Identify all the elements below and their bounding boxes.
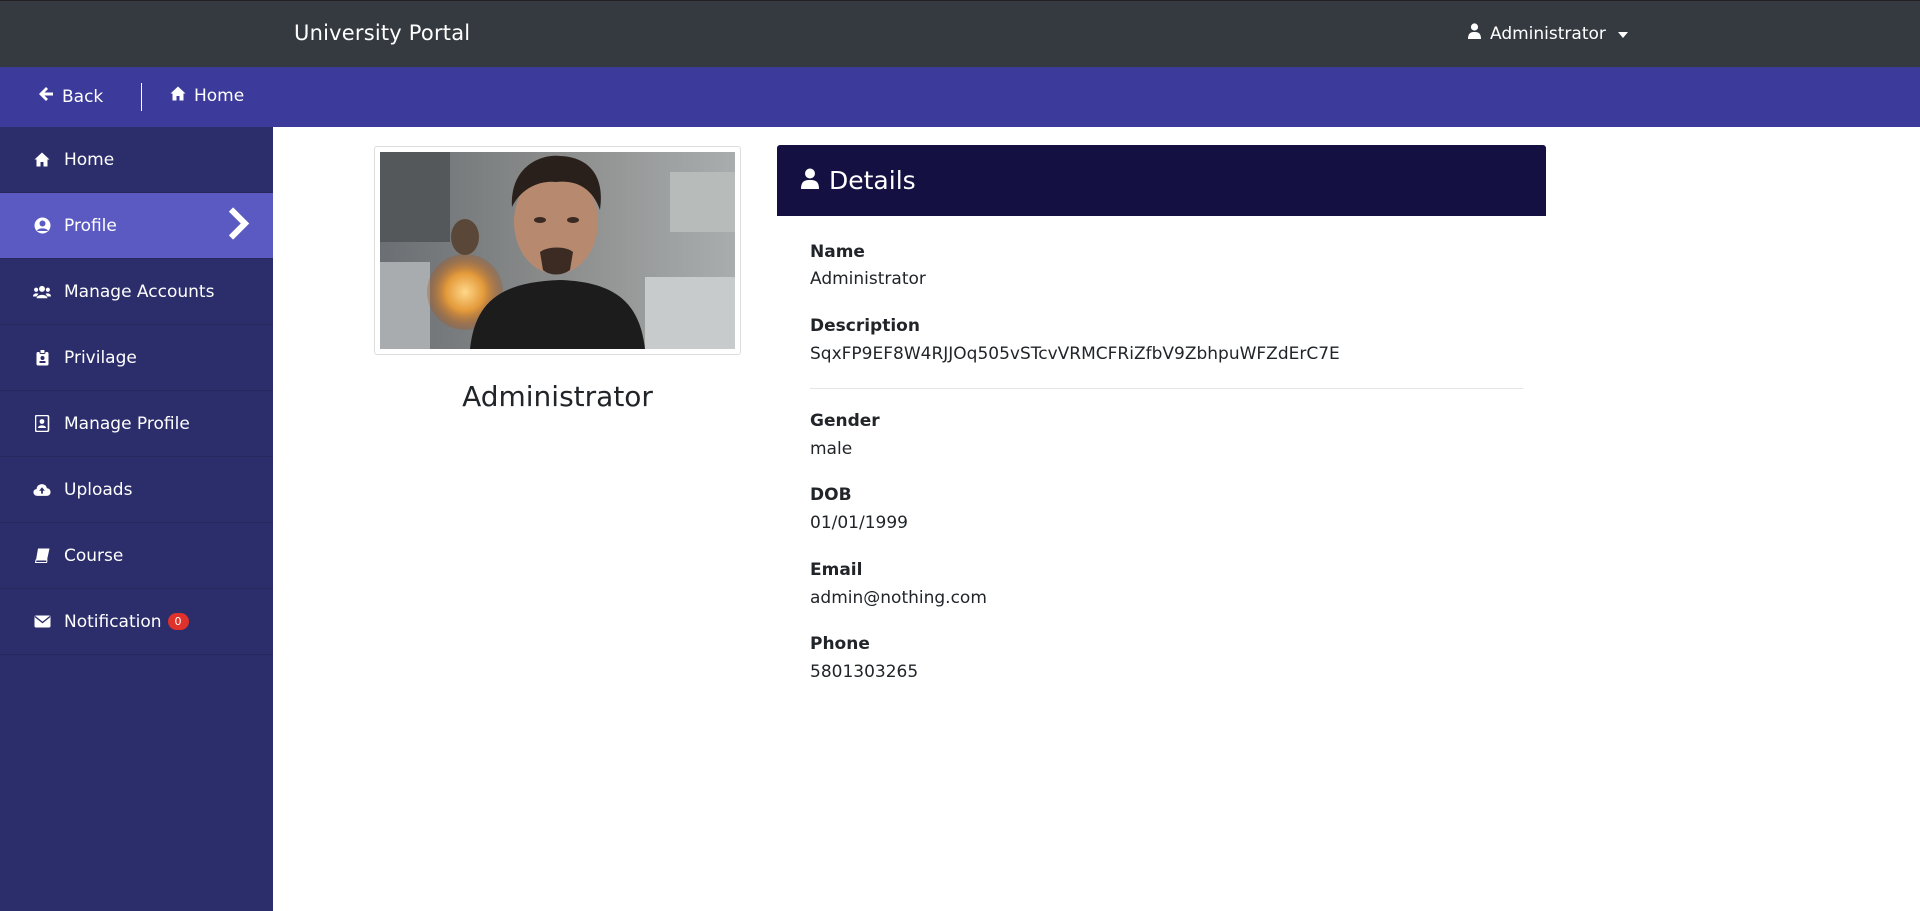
- sidebar-item-label-with-badge: Notification 0: [64, 612, 189, 632]
- name-label: Name: [810, 242, 865, 262]
- sidebar-item-label: Profile: [64, 215, 117, 236]
- arrow-left-icon: [38, 86, 54, 107]
- dob-value: 01/01/1999: [810, 513, 908, 533]
- sidebar-item-uploads[interactable]: Uploads: [0, 457, 273, 523]
- phone-label: Phone: [810, 634, 870, 654]
- sidebar-item-label: Privilage: [64, 347, 137, 368]
- profile-name: Administrator: [462, 380, 653, 413]
- subnav-divider: [141, 83, 142, 111]
- brand-title[interactable]: University Portal: [294, 21, 470, 45]
- description-value: SqxFP9EF8W4RJJOq505vSTcvVRMCFRiZfbV9Zbhp…: [810, 344, 1340, 364]
- user-menu-label: Administrator: [1490, 23, 1606, 44]
- description-label: Description: [810, 316, 920, 336]
- back-button[interactable]: Back: [38, 86, 103, 107]
- caret-down-icon: [1617, 31, 1628, 38]
- top-navbar: University Portal Administrator: [0, 0, 1920, 67]
- back-label: Back: [62, 86, 104, 107]
- details-header: Details: [777, 145, 1546, 216]
- email-label: Email: [810, 560, 863, 580]
- sidebar-item-label: Notification: [64, 611, 162, 632]
- sidebar: Home Profile Manage Accounts Privilage M…: [0, 127, 273, 911]
- sidebar-item-notification[interactable]: Notification 0: [0, 589, 273, 655]
- profile-photo-frame: [374, 146, 741, 355]
- book-icon: [33, 547, 51, 565]
- dob-label: DOB: [810, 485, 852, 505]
- gender-label: Gender: [810, 411, 880, 431]
- sidebar-item-manage-accounts[interactable]: Manage Accounts: [0, 259, 273, 325]
- user-menu-dropdown[interactable]: Administrator: [1468, 23, 1628, 44]
- sidebar-item-course[interactable]: Course: [0, 523, 273, 589]
- address-book-icon: [33, 415, 51, 433]
- sidebar-item-label: Home: [64, 149, 115, 170]
- envelope-icon: [33, 613, 51, 631]
- badge-icon: [33, 349, 51, 367]
- user-icon: [1468, 23, 1481, 44]
- profile-photo: [380, 152, 735, 349]
- sidebar-item-manage-profile[interactable]: Manage Profile: [0, 391, 273, 457]
- home-icon: [170, 86, 186, 106]
- sidebar-item-label: Manage Accounts: [64, 281, 215, 302]
- details-divider: [810, 388, 1523, 389]
- users-icon: [33, 283, 51, 301]
- user-icon: [801, 166, 819, 195]
- sidebar-item-home[interactable]: Home: [0, 127, 273, 193]
- sidebar-item-label: Uploads: [64, 479, 133, 500]
- home-label: Home: [194, 86, 245, 106]
- home-link[interactable]: Home: [170, 86, 244, 106]
- gender-value: male: [810, 439, 853, 459]
- chevron-right-icon: [227, 206, 251, 245]
- cloud-upload-icon: [33, 481, 51, 499]
- user-circle-icon: [33, 217, 51, 235]
- sidebar-item-privilage[interactable]: Privilage: [0, 325, 273, 391]
- details-title: Details: [829, 166, 916, 195]
- email-value: admin@nothing.com: [810, 588, 987, 608]
- sub-navbar: Back Home: [0, 67, 1920, 127]
- sidebar-item-profile[interactable]: Profile: [0, 193, 273, 259]
- home-icon: [33, 151, 51, 169]
- sidebar-item-label: Manage Profile: [64, 413, 190, 434]
- name-value: Administrator: [810, 269, 926, 289]
- sidebar-item-label: Course: [64, 545, 124, 566]
- phone-value: 5801303265: [810, 662, 919, 682]
- notification-count-badge: 0: [167, 613, 189, 630]
